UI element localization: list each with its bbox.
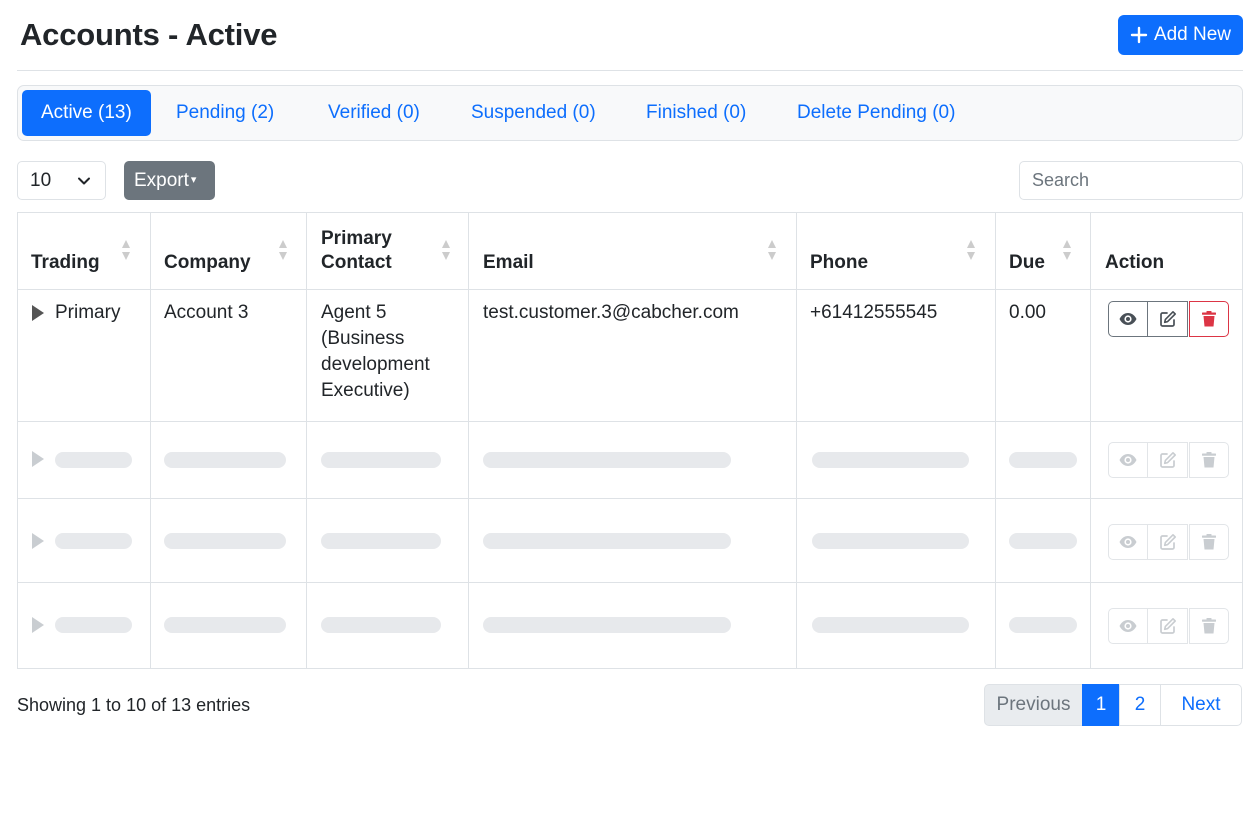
contact-line: Agent 5 xyxy=(321,302,387,323)
accounts-table: Trading Company Primary Contact Email Ph… xyxy=(17,212,1243,669)
export-button[interactable]: Export ▾ xyxy=(124,161,215,200)
expand-row-icon[interactable] xyxy=(32,533,44,549)
page-length-select[interactable]: 10 xyxy=(17,161,106,200)
view-button[interactable] xyxy=(1108,442,1148,478)
contact-line: development xyxy=(321,354,430,375)
sort-icon[interactable] xyxy=(278,239,288,261)
edit-icon xyxy=(1159,452,1176,468)
edit-icon xyxy=(1159,311,1176,327)
export-label: Export xyxy=(134,170,189,191)
view-button[interactable] xyxy=(1108,608,1148,644)
edit-icon xyxy=(1159,618,1176,634)
cell-primary-contact: Agent 5 (Business development Executive) xyxy=(321,300,430,404)
contact-label: Contact xyxy=(321,252,392,273)
pagination: Previous 1 2 Next xyxy=(984,684,1242,726)
pagination-page-1[interactable]: 1 xyxy=(1082,684,1120,726)
expand-row-icon[interactable] xyxy=(32,451,44,467)
edit-button[interactable] xyxy=(1148,301,1188,337)
column-header-email[interactable]: Email xyxy=(483,251,534,275)
sort-icon[interactable] xyxy=(441,239,451,261)
edit-button[interactable] xyxy=(1148,524,1188,560)
sort-icon[interactable] xyxy=(767,239,777,261)
chevron-down-icon xyxy=(78,177,90,185)
pagination-next[interactable]: Next xyxy=(1160,684,1242,726)
pagination-previous[interactable]: Previous xyxy=(984,684,1083,726)
edit-button[interactable] xyxy=(1148,608,1188,644)
tab-pending[interactable]: Pending (2) xyxy=(157,90,293,136)
eye-icon xyxy=(1119,313,1137,325)
primary-label: Primary xyxy=(321,228,392,249)
eye-icon xyxy=(1119,454,1137,466)
cell-phone: +61412555545 xyxy=(810,302,938,323)
trash-icon xyxy=(1202,452,1216,468)
sort-icon[interactable] xyxy=(1062,239,1072,261)
cell-due: 0.00 xyxy=(1009,302,1046,323)
column-header-phone[interactable]: Phone xyxy=(810,251,868,275)
sort-icon[interactable] xyxy=(121,239,131,261)
status-tabs: Active (13) Pending (2) Verified (0) Sus… xyxy=(17,85,1243,141)
column-header-due[interactable]: Due xyxy=(1009,251,1045,275)
expand-row-icon[interactable] xyxy=(32,305,44,321)
edit-button[interactable] xyxy=(1148,442,1188,478)
column-header-trading[interactable]: Trading xyxy=(31,251,100,275)
table-info: Showing 1 to 10 of 13 entries xyxy=(17,695,251,715)
add-new-label: Add New xyxy=(1153,24,1232,45)
tab-suspended[interactable]: Suspended (0) xyxy=(452,90,615,136)
view-button[interactable] xyxy=(1108,301,1148,337)
cell-company: Account 3 xyxy=(164,302,249,323)
expand-row-icon[interactable] xyxy=(32,617,44,633)
delete-button[interactable] xyxy=(1189,442,1229,478)
view-button[interactable] xyxy=(1108,524,1148,560)
eye-icon xyxy=(1119,536,1137,548)
search-input[interactable] xyxy=(1019,161,1243,200)
caret-down-icon: ▾ xyxy=(190,174,197,186)
trash-icon xyxy=(1202,534,1216,550)
column-header-action: Action xyxy=(1105,252,1165,273)
cell-email: test.customer.3@cabcher.com xyxy=(483,302,739,323)
tab-finished[interactable]: Finished (0) xyxy=(627,90,765,136)
delete-button[interactable] xyxy=(1189,608,1229,644)
delete-button[interactable] xyxy=(1189,524,1229,560)
page-header: Accounts - Active Add New xyxy=(17,0,1243,71)
page-length-value: 10 xyxy=(30,170,52,191)
trash-icon xyxy=(1202,618,1216,634)
cell-trading: Primary xyxy=(55,302,121,323)
eye-icon xyxy=(1119,620,1137,632)
tab-delete-pending[interactable]: Delete Pending (0) xyxy=(778,90,974,136)
contact-line: Executive) xyxy=(321,380,410,401)
plus-icon xyxy=(1130,26,1148,44)
trash-icon xyxy=(1202,311,1216,327)
contact-line: (Business xyxy=(321,328,405,349)
page-title: Accounts - Active xyxy=(20,17,278,52)
pagination-page-2[interactable]: 2 xyxy=(1119,684,1161,726)
column-header-primary-contact[interactable]: Primary Contact xyxy=(321,227,392,275)
column-header-company[interactable]: Company xyxy=(164,251,251,275)
delete-button[interactable] xyxy=(1189,301,1229,337)
tab-active[interactable]: Active (13) xyxy=(22,90,151,136)
add-new-button[interactable]: Add New xyxy=(1118,15,1243,55)
tab-verified[interactable]: Verified (0) xyxy=(309,90,439,136)
sort-icon[interactable] xyxy=(966,239,976,261)
edit-icon xyxy=(1159,534,1176,550)
